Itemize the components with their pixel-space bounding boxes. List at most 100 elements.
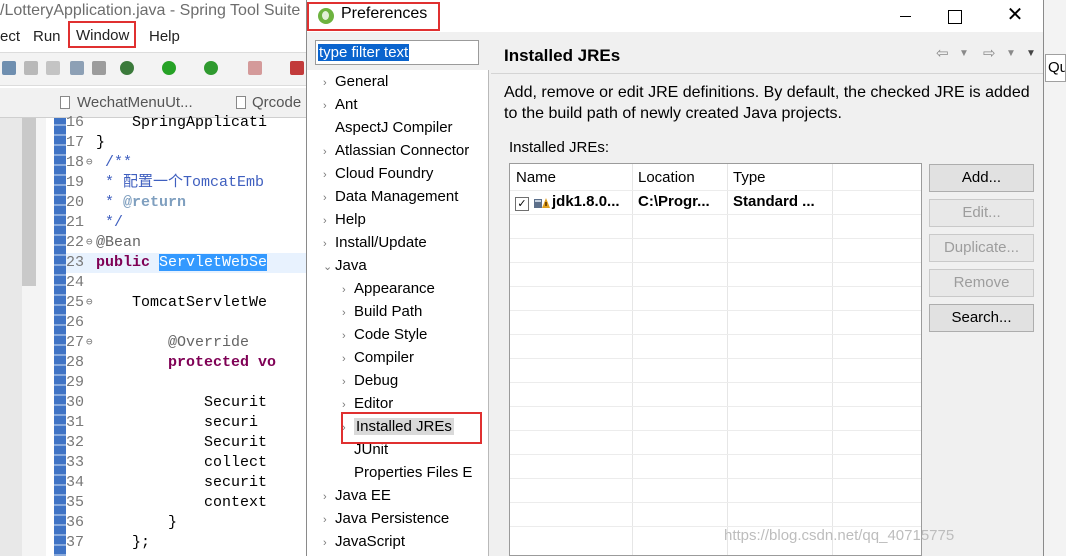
code-line: 34 securit: [66, 473, 310, 493]
chevron-down-icon[interactable]: ⌄: [323, 256, 335, 279]
toolbar-icon[interactable]: [24, 61, 38, 75]
chevron-down-icon[interactable]: ▼: [1006, 48, 1016, 59]
filter-input[interactable]: type filter text: [315, 40, 479, 65]
tree-item-label: AspectJ Compiler: [335, 119, 453, 136]
jre-table-label: Installed JREs:: [509, 139, 610, 156]
tree-item-label: Appearance: [354, 280, 435, 297]
fold-toggle-icon[interactable]: ⊖: [86, 293, 93, 313]
code-line: 20 * @return: [66, 193, 310, 213]
jre-row-checkbox[interactable]: ✓: [515, 197, 529, 211]
toolbar-icon[interactable]: [92, 61, 106, 75]
menu-window[interactable]: Window: [68, 21, 137, 48]
toolbar-icon[interactable]: [46, 61, 60, 75]
tree-item-properties-files-e[interactable]: Properties Files E: [342, 461, 472, 484]
menu-project[interactable]: ect: [0, 28, 20, 45]
code-line: 24: [66, 273, 310, 293]
tree-item-java-persistence[interactable]: › Java Persistence: [323, 507, 449, 530]
code-editor[interactable]: 16 SpringApplicati 17} 18 ⊖ /** 19 * 配置一个Tom…: [66, 113, 310, 553]
chevron-right-icon[interactable]: ›: [323, 532, 335, 555]
selection-highlight-box: [341, 412, 482, 444]
stop-icon[interactable]: [248, 61, 262, 75]
fold-toggle-icon[interactable]: ⊖: [86, 153, 93, 173]
close-button[interactable]: ✕: [993, 3, 1037, 29]
chevron-right-icon[interactable]: ›: [342, 348, 354, 371]
code-line: 25 ⊖ TomcatServletWe: [66, 293, 310, 313]
menu-help[interactable]: Help: [149, 28, 180, 45]
edit-button[interactable]: Edit...: [929, 199, 1034, 227]
tree-item-help[interactable]: › Help: [323, 208, 366, 231]
tree-item-atlassian-connector[interactable]: › Atlassian Connector: [323, 139, 469, 162]
run-icon[interactable]: [162, 61, 176, 75]
code-line: 27 ⊖ @Override: [66, 333, 310, 353]
column-header-type[interactable]: Type: [727, 164, 832, 190]
tab-qrcode[interactable]: Qrcode: [252, 94, 301, 111]
line-number: 34: [66, 474, 85, 491]
chevron-right-icon[interactable]: ›: [323, 164, 335, 187]
jre-name-cell[interactable]: jdk1.8.0...: [552, 190, 620, 214]
tree-item-data-management[interactable]: › Data Management: [323, 185, 458, 208]
chevron-right-icon[interactable]: ›: [323, 141, 335, 164]
tree-item-label: Help: [335, 211, 366, 228]
duplicate-button[interactable]: Duplicate...: [929, 234, 1034, 262]
chevron-right-icon[interactable]: ›: [342, 279, 354, 302]
code-text: Securit: [96, 394, 268, 411]
chevron-right-icon[interactable]: ›: [323, 72, 335, 95]
tree-item-java-ee[interactable]: › Java EE: [323, 484, 391, 507]
add-button[interactable]: Add...: [929, 164, 1034, 192]
code-text: securit: [96, 474, 268, 491]
search-button[interactable]: Search...: [929, 304, 1034, 332]
tree-item-javascript[interactable]: › JavaScript: [323, 530, 405, 553]
code-text: collect: [96, 454, 268, 471]
forward-arrow-icon[interactable]: ⇨: [983, 44, 996, 62]
jre-type-cell[interactable]: Standard ...: [733, 190, 815, 214]
tree-item-cloud-foundry[interactable]: › Cloud Foundry: [323, 162, 433, 185]
maximize-button[interactable]: [931, 3, 975, 29]
menu-run[interactable]: Run: [33, 28, 61, 45]
tree-item-compiler[interactable]: › Compiler: [342, 346, 414, 369]
back-arrow-icon[interactable]: ⇦: [936, 44, 949, 62]
toolbar-icon[interactable]: [2, 61, 16, 75]
chevron-right-icon[interactable]: ›: [342, 371, 354, 394]
code-text: TomcatServletWe: [96, 294, 268, 311]
tree-item-build-path[interactable]: › Build Path: [342, 300, 422, 323]
tree-item-aspectj-compiler[interactable]: AspectJ Compiler: [323, 116, 453, 139]
fold-toggle-icon[interactable]: ⊖: [86, 233, 93, 253]
debug-icon[interactable]: [120, 61, 134, 75]
fold-toggle-icon[interactable]: ⊖: [86, 333, 93, 353]
toolbar-icon[interactable]: [290, 61, 304, 75]
tree-item-appearance[interactable]: › Appearance: [342, 277, 435, 300]
toolbar-icon[interactable]: [70, 61, 84, 75]
chevron-right-icon[interactable]: ›: [323, 187, 335, 210]
java-file-icon: [236, 96, 246, 109]
tree-item-code-style[interactable]: › Code Style: [342, 323, 427, 346]
chevron-right-icon[interactable]: ›: [323, 509, 335, 532]
chevron-right-icon[interactable]: ›: [323, 486, 335, 509]
remove-button[interactable]: Remove: [929, 269, 1034, 297]
tree-item-debug[interactable]: › Debug: [342, 369, 398, 392]
code-text: public ServletWebSe: [96, 254, 268, 271]
chevron-right-icon[interactable]: ›: [342, 302, 354, 325]
chevron-down-icon[interactable]: ▼: [959, 48, 969, 59]
tree-item-install-update[interactable]: › Install/Update: [323, 231, 427, 254]
column-header-name[interactable]: Name: [510, 164, 632, 190]
view-menu-icon[interactable]: ▼: [1026, 48, 1036, 59]
chevron-right-icon[interactable]: ›: [323, 210, 335, 233]
tree-item-ant[interactable]: › Ant: [323, 93, 358, 116]
jre-location-cell[interactable]: C:\Progr...: [638, 190, 710, 214]
chevron-right-icon[interactable]: ›: [323, 95, 335, 118]
minimize-button[interactable]: [883, 3, 927, 29]
tree-item-general[interactable]: › General: [323, 70, 388, 93]
chevron-right-icon[interactable]: ›: [342, 325, 354, 348]
java-file-icon: [60, 96, 70, 109]
scrollbar-thumb[interactable]: [22, 118, 36, 286]
page-description: Add, remove or edit JRE definitions. By …: [504, 84, 1030, 122]
quick-access-input[interactable]: Qu: [1045, 54, 1066, 82]
tree-item-label: Cloud Foundry: [335, 165, 434, 182]
column-header-location[interactable]: Location: [632, 164, 727, 190]
tree-item-java[interactable]: ⌄ Java: [323, 254, 367, 277]
tab-wechatmenuutil[interactable]: WechatMenuUt...: [77, 94, 193, 111]
chevron-right-icon[interactable]: ›: [323, 233, 335, 256]
run-config-icon[interactable]: [204, 61, 218, 75]
page-header: Installed JREs ⇦ ▼ ⇨ ▼ ▼: [491, 34, 1043, 74]
line-number: 17: [66, 134, 85, 151]
